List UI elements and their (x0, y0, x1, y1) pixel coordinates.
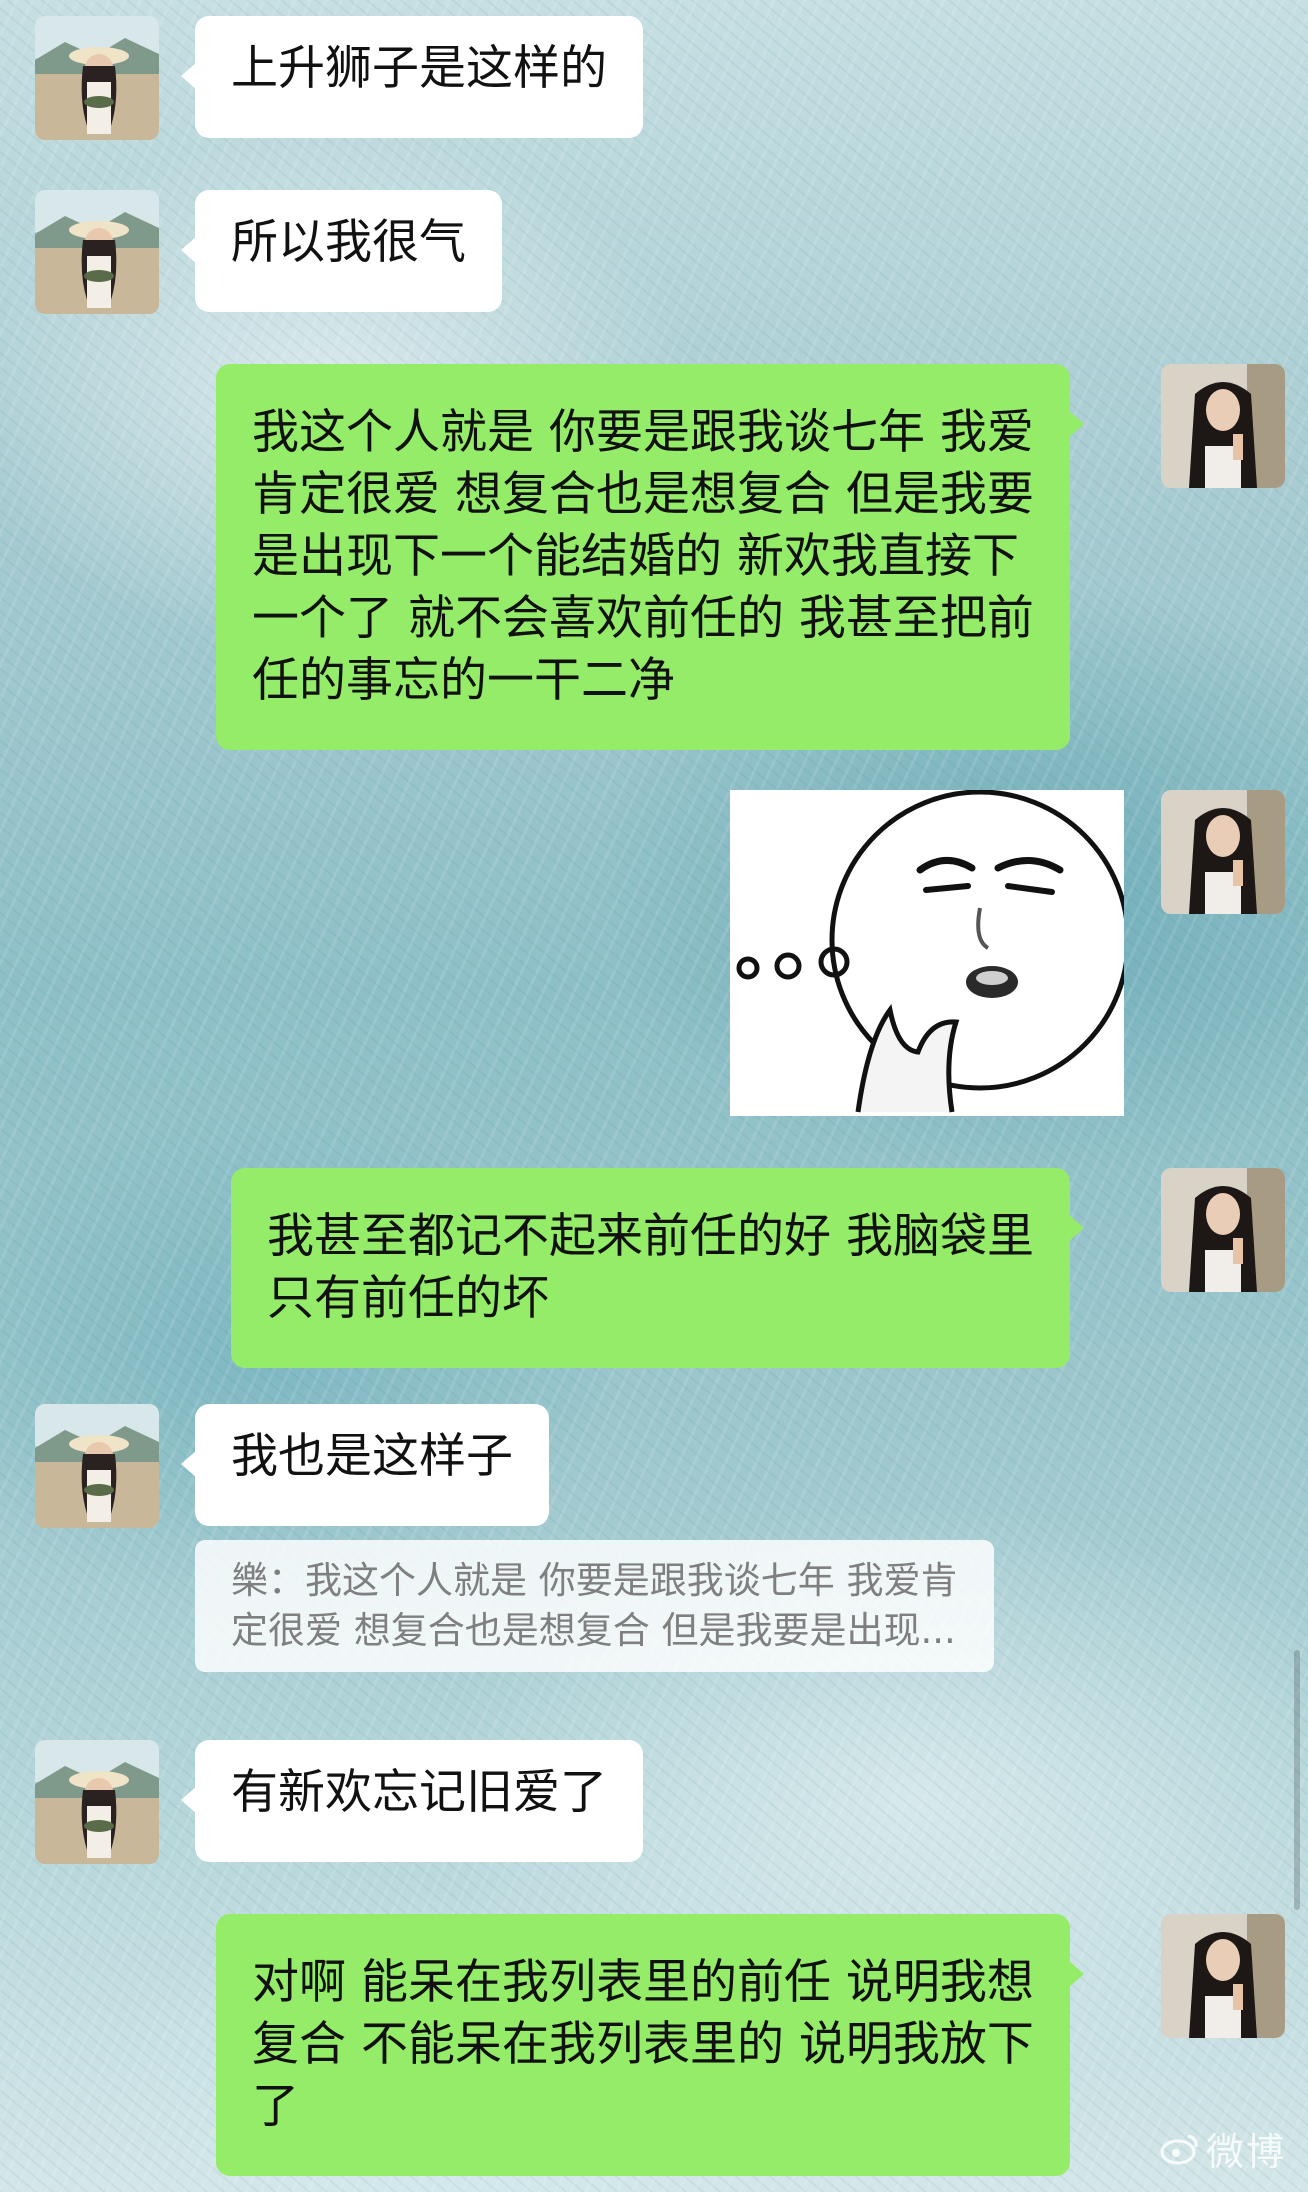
incoming-avatar-icon[interactable] (35, 1740, 159, 1864)
message-bubble-incoming[interactable]: 所以我很气 (181, 190, 502, 312)
watermark: 微博 (1160, 2121, 1286, 2176)
message-text: 任的事忘的一干二净 (252, 653, 675, 708)
quoted-text: 定很爱 想复合也是想复合 但是我要是出现... (231, 1609, 956, 1652)
message-text: 我这个人就是 你要是跟我谈七年 我爱 (252, 405, 1034, 460)
message-text: 我也是这样子 (231, 1429, 513, 1484)
message-text: 了 (252, 2079, 299, 2134)
message-text: 有新欢忘记旧爱了 (231, 1765, 607, 1820)
incoming-avatar-icon[interactable] (35, 1404, 159, 1528)
outgoing-avatar-icon[interactable] (1161, 1914, 1285, 2038)
message-text: 所以我很气 (231, 215, 466, 270)
incoming-avatar-icon[interactable] (35, 190, 159, 314)
message-bubble-outgoing[interactable]: 对啊 能呆在我列表里的前任 说明我想 复合 不能呆在我列表里的 说明我放下 了 (216, 1914, 1084, 2176)
message-bubble-outgoing[interactable]: 我这个人就是 你要是跟我谈七年 我爱 肯定很爱 想复合也是想复合 但是我要 是出… (216, 364, 1084, 750)
incoming-avatar-icon[interactable] (35, 16, 159, 140)
message-bubble-incoming[interactable]: 上升狮子是这样的 (181, 16, 643, 138)
message-bubble-incoming[interactable]: 有新欢忘记旧爱了 (181, 1740, 643, 1862)
scrollbar[interactable] (1294, 1650, 1300, 1910)
message-text: 一个了 就不会喜欢前任的 我甚至把前 (252, 591, 1034, 646)
outgoing-avatar-icon[interactable] (1161, 790, 1285, 914)
outgoing-avatar-icon[interactable] (1161, 1168, 1285, 1292)
message-text: 我甚至都记不起来前任的好 我脑袋里 (267, 1209, 1034, 1264)
quoted-text: 樂：我这个人就是 你要是跟我谈七年 我爱肯 (231, 1559, 958, 1602)
message-text: 复合 不能呆在我列表里的 说明我放下 (252, 2017, 1034, 2072)
message-text: 上升狮子是这样的 (231, 41, 607, 96)
thinking-face-sticker[interactable] (730, 790, 1124, 1116)
outgoing-avatar-icon[interactable] (1161, 364, 1285, 488)
message-bubble-incoming[interactable]: 我也是这样子 (181, 1404, 549, 1526)
message-text: 肯定很爱 想复合也是想复合 但是我要 (252, 467, 1034, 522)
watermark-text: 微博 (1205, 2130, 1286, 2174)
quoted-message[interactable]: 樂：我这个人就是 你要是跟我谈七年 我爱肯 定很爱 想复合也是想复合 但是我要是… (195, 1540, 994, 1672)
weibo-logo-icon (1160, 2134, 1198, 2164)
message-text: 对啊 能呆在我列表里的前任 说明我想 (252, 1955, 1034, 2010)
message-bubble-outgoing[interactable]: 我甚至都记不起来前任的好 我脑袋里 只有前任的坏 (231, 1168, 1084, 1368)
message-text: 是出现下一个能结婚的 新欢我直接下 (252, 529, 1019, 584)
message-text: 只有前任的坏 (267, 1271, 549, 1326)
